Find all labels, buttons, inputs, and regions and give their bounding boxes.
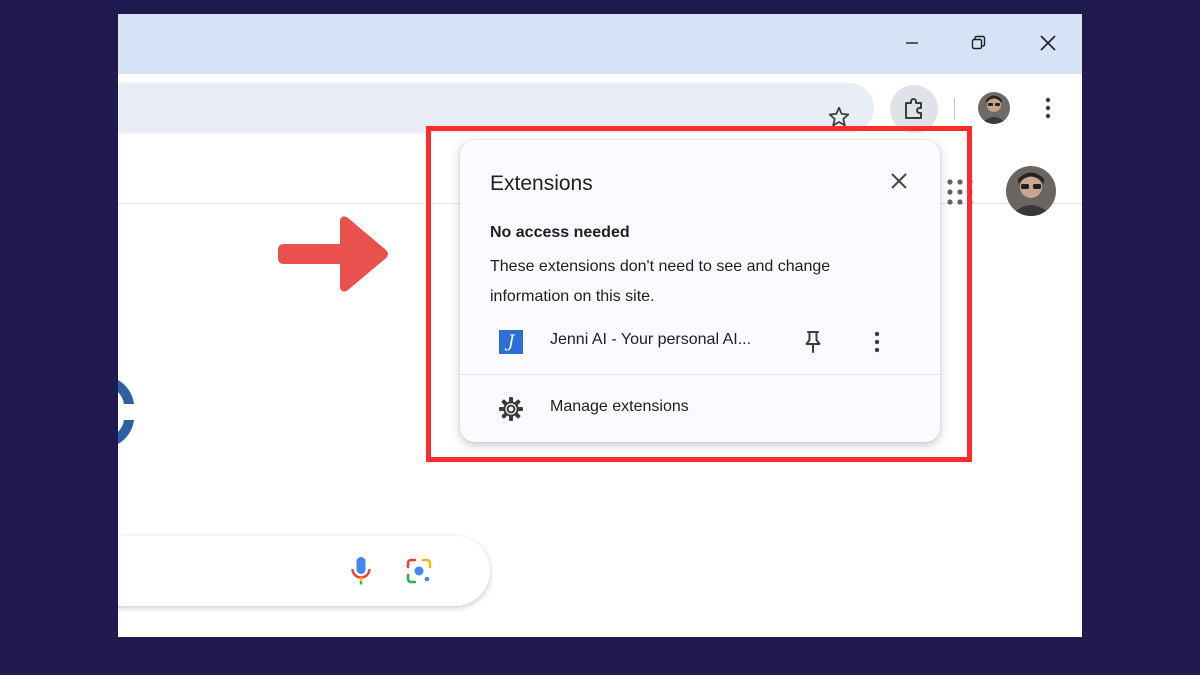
extensions-popup: Extensions No access needed These extens… bbox=[460, 140, 940, 442]
pin-icon bbox=[805, 331, 821, 353]
jenni-ai-logo-icon: J bbox=[499, 330, 523, 354]
puzzle-icon bbox=[905, 98, 922, 119]
kebab-menu-icon bbox=[1045, 97, 1051, 119]
close-window-button[interactable] bbox=[1026, 26, 1070, 60]
extension-more-button[interactable] bbox=[862, 327, 892, 357]
close-icon bbox=[1040, 35, 1056, 51]
popup-divider bbox=[460, 374, 940, 375]
gear-icon bbox=[499, 397, 523, 421]
toolbar-divider bbox=[954, 98, 955, 120]
avatar-photo-icon bbox=[1006, 166, 1056, 216]
browser-menu-button[interactable] bbox=[1030, 90, 1066, 126]
microphone-icon[interactable] bbox=[350, 556, 372, 586]
minimize-button[interactable] bbox=[890, 26, 934, 60]
extension-name[interactable]: Jenni AI - Your personal AI... bbox=[550, 331, 776, 349]
section-description: These extensions don't need to see and c… bbox=[490, 258, 831, 305]
minimize-icon bbox=[906, 42, 918, 44]
close-icon bbox=[891, 173, 907, 189]
google-account-avatar[interactable] bbox=[1006, 166, 1056, 216]
avatar-photo-icon bbox=[978, 92, 1010, 124]
profile-avatar[interactable] bbox=[978, 92, 1010, 124]
manage-extensions-label[interactable]: Manage extensions bbox=[550, 398, 689, 416]
google-logo-fragment bbox=[118, 380, 134, 444]
kebab-menu-icon bbox=[874, 331, 880, 353]
red-arrow-annotation bbox=[278, 216, 388, 292]
pin-extension-button[interactable] bbox=[798, 327, 828, 357]
popup-title: Extensions bbox=[490, 172, 593, 195]
section-title: No access needed bbox=[490, 224, 630, 241]
title-bar bbox=[118, 14, 1082, 74]
google-lens-icon[interactable] bbox=[404, 556, 434, 586]
restore-icon bbox=[971, 35, 986, 50]
popup-close-button[interactable] bbox=[884, 166, 914, 196]
search-box[interactable] bbox=[118, 536, 490, 606]
extension-item[interactable]: J Jenni AI - Your personal AI... bbox=[460, 322, 940, 360]
restore-button[interactable] bbox=[956, 26, 1000, 60]
manage-extensions-item[interactable]: Manage extensions bbox=[460, 390, 940, 426]
